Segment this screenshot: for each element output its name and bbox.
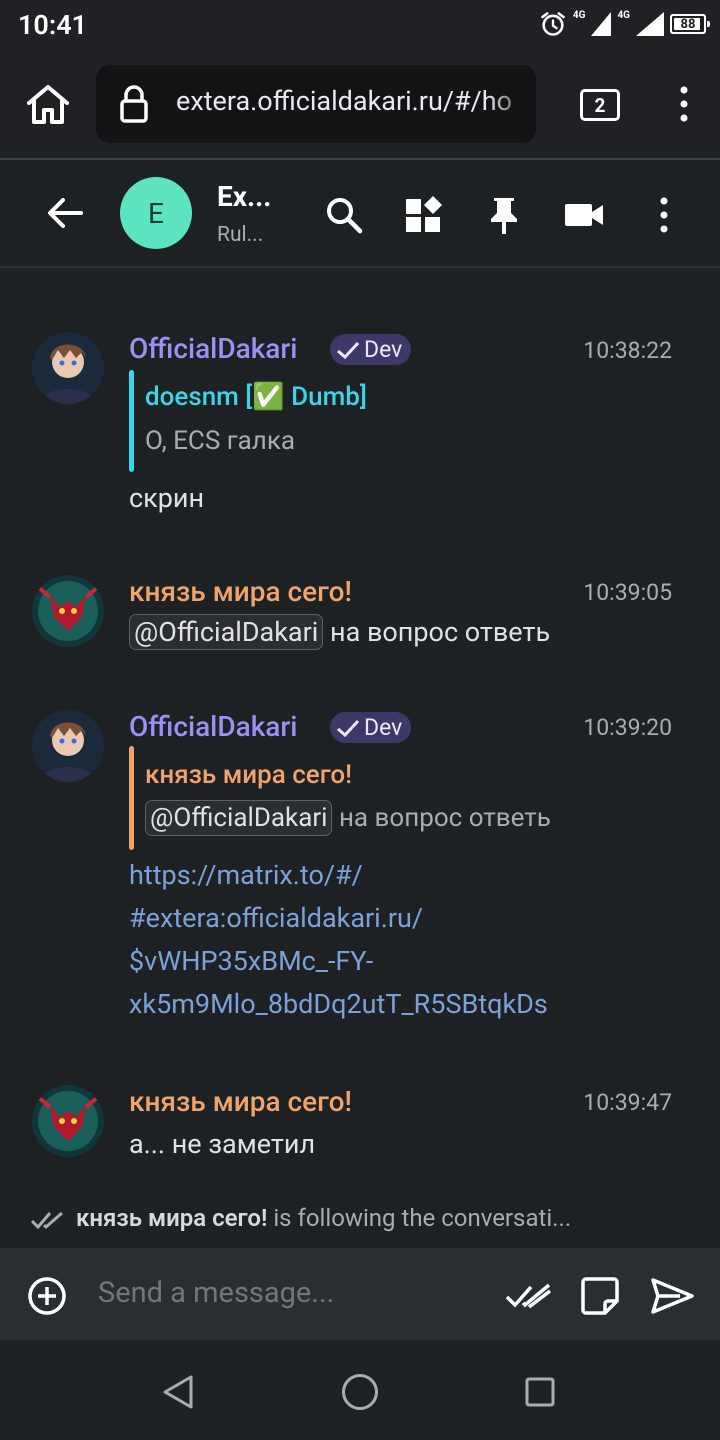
browser-menu-icon[interactable] [664,82,704,126]
mark-read-icon[interactable] [502,1276,554,1316]
browser-toolbar: extera.officialdakari.ru/#/ho 2 [0,52,720,158]
add-attachment-icon[interactable] [26,1275,68,1317]
message-time: 10:39:47 [583,1089,672,1116]
signal-icon-2 [636,12,664,36]
following-user: князь мира сего! [76,1204,268,1232]
room-avatar[interactable]: E [120,177,192,249]
message-timeline[interactable]: OfficialDakari Dev 10:38:22 doesnm [✅ Du… [0,268,720,1248]
reply-sender: князь мира сего! [145,760,352,790]
avatar[interactable] [32,332,104,404]
dev-badge: Dev [330,712,412,743]
network-type-1: 4G [572,10,586,21]
address-bar[interactable]: extera.officialdakari.ru/#/ho [96,65,536,143]
badge-label: Dev [364,714,403,741]
avatar[interactable] [32,575,104,647]
sender-name[interactable]: OfficialDakari [129,710,297,743]
message-link[interactable]: https://matrix.to/#/ #extera:officialdak… [129,854,548,1026]
read-receipt-line: князь мира сего! is following the conver… [30,1204,571,1232]
message-time: 10:38:22 [583,337,672,364]
reply-text: на вопрос ответь [338,803,551,833]
room-topic[interactable]: Rul... [217,223,263,247]
network-type-2: 4G [617,10,630,21]
message-body: @OfficialDakari на вопрос ответь [129,614,550,650]
room-menu-icon[interactable] [644,193,684,237]
lock-icon [118,83,150,125]
status-time: 10:41 [18,9,88,41]
avatar[interactable] [32,1085,104,1157]
link-line[interactable]: xk5m9Mlo_8bdDq2utT_R5SBtqkDs [129,983,548,1026]
home-icon[interactable] [24,82,72,126]
status-bar: 10:41 4G 4G 88 [0,0,720,52]
url-text: extera.officialdakari.ru/#/ho [176,85,513,117]
back-arrow-icon[interactable] [44,193,86,233]
back-nav-icon[interactable] [160,1372,196,1412]
link-line[interactable]: #extera:officialdakari.ru/ [129,897,548,940]
pin-icon[interactable] [482,193,526,237]
link-line[interactable]: $vWHP35xBMc_-FY- [129,940,548,983]
battery-icon: 88 [670,14,710,34]
badge-label: Dev [364,336,403,363]
avatar[interactable] [32,710,104,782]
reply-preview[interactable]: князь мира сего! @OfficialDakari на вопр… [129,746,689,850]
following-text: is following the conversati... [267,1204,572,1232]
reply-preview[interactable]: doesnm [✅ Dumb] О, ECS галка [129,370,689,472]
sticker-icon[interactable] [578,1274,622,1318]
room-name[interactable]: Ex... [217,180,271,213]
message-input[interactable] [98,1276,488,1310]
status-icons: 4G 4G 88 [539,10,710,38]
widgets-icon[interactable] [402,193,446,237]
message-time: 10:39:05 [583,579,672,606]
sender-name[interactable]: OfficialDakari [129,332,297,365]
video-call-icon[interactable] [562,193,606,237]
room-header: E Ex... Rul... [0,160,720,266]
message-time: 10:39:20 [583,714,672,741]
tab-switcher-button[interactable]: 2 [580,89,620,121]
battery-level: 88 [680,16,696,32]
message-body: а... не заметил [129,1128,316,1160]
search-icon[interactable] [322,193,366,237]
message-composer [0,1248,720,1340]
send-icon[interactable] [648,1274,696,1318]
reply-body: О, ECS галка [145,426,296,456]
message-text: на вопрос ответь [330,616,551,648]
double-check-icon [30,1211,63,1229]
alarm-icon [541,12,565,36]
reply-sender: doesnm [✅ Dumb] [145,382,367,412]
dev-badge: Dev [330,334,412,365]
sender-name[interactable]: князь мира сего! [129,575,352,608]
user-mention[interactable]: @OfficialDakari [129,614,324,650]
system-navigation-bar [0,1340,720,1440]
reply-bar [129,746,134,850]
user-mention[interactable]: @OfficialDakari [145,800,333,836]
home-nav-icon[interactable] [340,1372,380,1412]
check-icon [337,341,360,359]
message-body: скрин [129,482,205,514]
reply-bar [129,370,134,472]
check-icon [337,719,360,737]
link-line[interactable]: https://matrix.to/#/ [129,854,548,897]
sender-name[interactable]: князь мира сего! [129,1085,352,1118]
recents-nav-icon[interactable] [522,1374,558,1410]
reply-body: @OfficialDakari на вопрос ответь [145,800,551,836]
signal-icon-1 [591,12,612,36]
